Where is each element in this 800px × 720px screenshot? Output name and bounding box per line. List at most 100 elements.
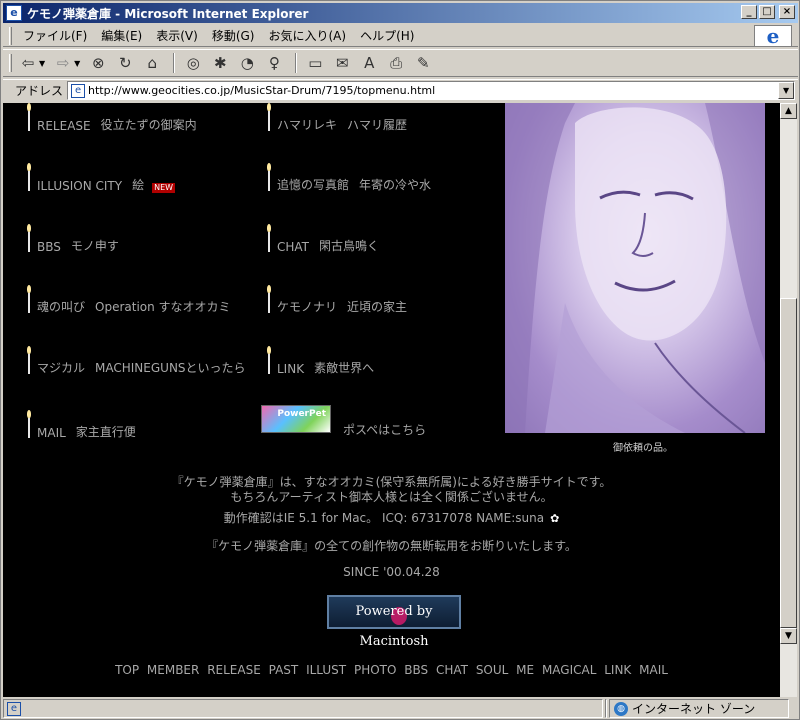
address-url[interactable]: http://www.geocities.co.jp/MusicStar-Dru… (88, 84, 435, 97)
candle-icon (265, 224, 273, 254)
link-photo[interactable]: 追憶の写真館 年寄の冷や水 (265, 163, 431, 193)
vertical-scrollbar[interactable]: ▲ ▼ (780, 103, 797, 697)
edit-button[interactable]: ✎ (411, 52, 435, 74)
nav-illust[interactable]: ILLUST (306, 663, 346, 677)
link-me[interactable]: ケモノナリ 近頃の家主 (265, 285, 407, 315)
address-label: アドレス (15, 84, 64, 98)
link-name[interactable]: マジカル (37, 359, 85, 376)
link-name[interactable]: RELEASE (37, 119, 91, 133)
security-zone: ◍ インターネット ゾーン (609, 699, 789, 718)
portrait-sketch (505, 103, 765, 433)
powerpet-link[interactable]: ポスペはこちら (343, 421, 426, 438)
link-desc: 絵 (132, 178, 145, 192)
toolbar-separator (173, 53, 176, 73)
refresh-button[interactable]: ↻ (113, 52, 137, 74)
menu-favorites[interactable]: お気に入り(A) (261, 27, 353, 44)
nav-member[interactable]: MEMBER (147, 663, 199, 677)
link-name[interactable]: LINK (277, 362, 304, 376)
forward-button[interactable]: ⇨ (51, 52, 75, 74)
candle-icon (265, 285, 273, 315)
link-name[interactable]: 魂の叫び (37, 298, 85, 315)
link-name[interactable]: ILLUSION CITY (37, 179, 122, 193)
nav-link[interactable]: LINK (604, 663, 631, 677)
back-dropdown-icon[interactable]: ▼ (39, 59, 45, 68)
nav-top[interactable]: TOP (115, 663, 139, 677)
link-illusion-city[interactable]: ILLUSION CITY 絵 NEW (25, 163, 176, 193)
maximize-button[interactable]: □ (759, 5, 775, 19)
address-dropdown-icon[interactable]: ▼ (778, 82, 795, 99)
link-magical[interactable]: マジカル MACHINEGUNSといったら (25, 346, 246, 376)
link-soul[interactable]: 魂の叫び Operation すなオオカミ (25, 285, 231, 315)
scroll-up-icon[interactable]: ▲ (780, 103, 797, 119)
zone-label: インターネット ゾーン (632, 702, 756, 716)
powered-by-macintosh-banner[interactable]: Powered by Macintosh (327, 595, 461, 649)
link-hamari[interactable]: ハマリレキ ハマリ履歴 (265, 103, 407, 133)
menu-edit[interactable]: 編集(E) (94, 27, 149, 44)
nav-bbs[interactable]: BBS (404, 663, 428, 677)
link-desc: モノ申す (70, 239, 119, 253)
nav-me[interactable]: ME (516, 663, 534, 677)
link-bbs[interactable]: BBS モノ申す (25, 224, 119, 254)
link-name[interactable]: ケモノナリ (277, 298, 337, 315)
since-date: SINCE '00.04.28 (343, 565, 440, 579)
toolbar-separator (295, 53, 298, 73)
link-name[interactable]: 追憶の写真館 (277, 176, 349, 193)
menu-file[interactable]: ファイル(F) (16, 27, 94, 44)
window-controls: _ □ × (741, 5, 795, 19)
toolbar: ⇦ ▼ ⇨ ▼ ⊗ ↻ ⌂ ◎ ✱ ◔ ♀ ▭ ✉ A ⎙ ✎ (3, 49, 798, 77)
favorites-button[interactable]: ✱ (208, 52, 232, 74)
flower-icon[interactable]: ✿ (550, 512, 559, 525)
disclaimer: もちろんアーティスト御本人様とは全く関係ございません。 (230, 490, 553, 504)
nav-release[interactable]: RELEASE (207, 663, 261, 677)
close-button[interactable]: × (779, 5, 795, 19)
nav-soul[interactable]: SOUL (476, 663, 509, 677)
link-desc: 閑古鳥鳴く (319, 239, 380, 253)
portrait-caption: 御依頼の品。 (613, 443, 673, 454)
history-button[interactable]: ◔ (235, 52, 259, 74)
link-name[interactable]: BBS (37, 240, 61, 254)
minimize-button[interactable]: _ (741, 5, 757, 19)
search-button[interactable]: ◎ (181, 52, 205, 74)
status-main: e (3, 699, 603, 718)
candle-icon (265, 346, 273, 376)
browser-window: e ケモノ弾薬倉庫 - Microsoft Internet Explorer … (0, 0, 800, 720)
link-chat[interactable]: CHAT 閑古鳥鳴く (265, 224, 379, 254)
candle-icon (25, 224, 33, 254)
link-name[interactable]: CHAT (277, 240, 309, 254)
print-button[interactable]: ⎙ (384, 52, 408, 74)
link-desc: 役立たずの御案内 (100, 118, 197, 132)
fullscreen-button[interactable]: ▭ (303, 52, 327, 74)
menu-grip (9, 26, 12, 45)
link-desc: 年寄の冷や水 (359, 178, 432, 192)
link-name[interactable]: MAIL (37, 426, 66, 440)
link-name[interactable]: ハマリレキ (277, 116, 337, 133)
link-link[interactable]: LINK 素敵世界へ (265, 346, 374, 376)
menu-help[interactable]: ヘルプ(H) (353, 27, 421, 44)
menu-go[interactable]: 移動(G) (205, 27, 262, 44)
powerpet-banner[interactable]: PowerPet (261, 405, 331, 433)
menu-bar: ファイル(F) 編集(E) 表示(V) 移動(G) お気に入り(A) ヘルプ(H… (3, 25, 798, 47)
nav-photo[interactable]: PHOTO (354, 663, 396, 677)
back-button[interactable]: ⇦ (16, 52, 40, 74)
nav-magical[interactable]: MAGICAL (542, 663, 596, 677)
stop-button[interactable]: ⊗ (86, 52, 110, 74)
link-desc: ハマリ履歴 (347, 118, 408, 132)
status-bar: e ◍ インターネット ゾーン (3, 698, 798, 719)
scroll-thumb[interactable] (780, 298, 797, 628)
forward-dropdown-icon[interactable]: ▼ (74, 59, 80, 68)
home-button[interactable]: ⌂ (140, 52, 164, 74)
nav-mail[interactable]: MAIL (639, 663, 668, 677)
candle-icon (25, 103, 33, 133)
address-input[interactable]: e http://www.geocities.co.jp/MusicStar-D… (67, 81, 796, 100)
nav-past[interactable]: PAST (269, 663, 299, 677)
menu-view[interactable]: 表示(V) (149, 27, 205, 44)
page-viewport: RELEASE 役立たずの御案内 ILLUSION CITY 絵 NEW BBS… (3, 103, 780, 697)
link-mail[interactable]: MAIL 家主直行便 (25, 410, 136, 440)
nav-chat[interactable]: CHAT (436, 663, 468, 677)
channels-button[interactable]: ♀ (262, 52, 286, 74)
scroll-down-icon[interactable]: ▼ (780, 628, 797, 644)
link-release[interactable]: RELEASE 役立たずの御案内 (25, 103, 197, 133)
font-size-button[interactable]: A (357, 52, 381, 74)
candle-icon (25, 410, 33, 440)
mail-button[interactable]: ✉ (330, 52, 354, 74)
